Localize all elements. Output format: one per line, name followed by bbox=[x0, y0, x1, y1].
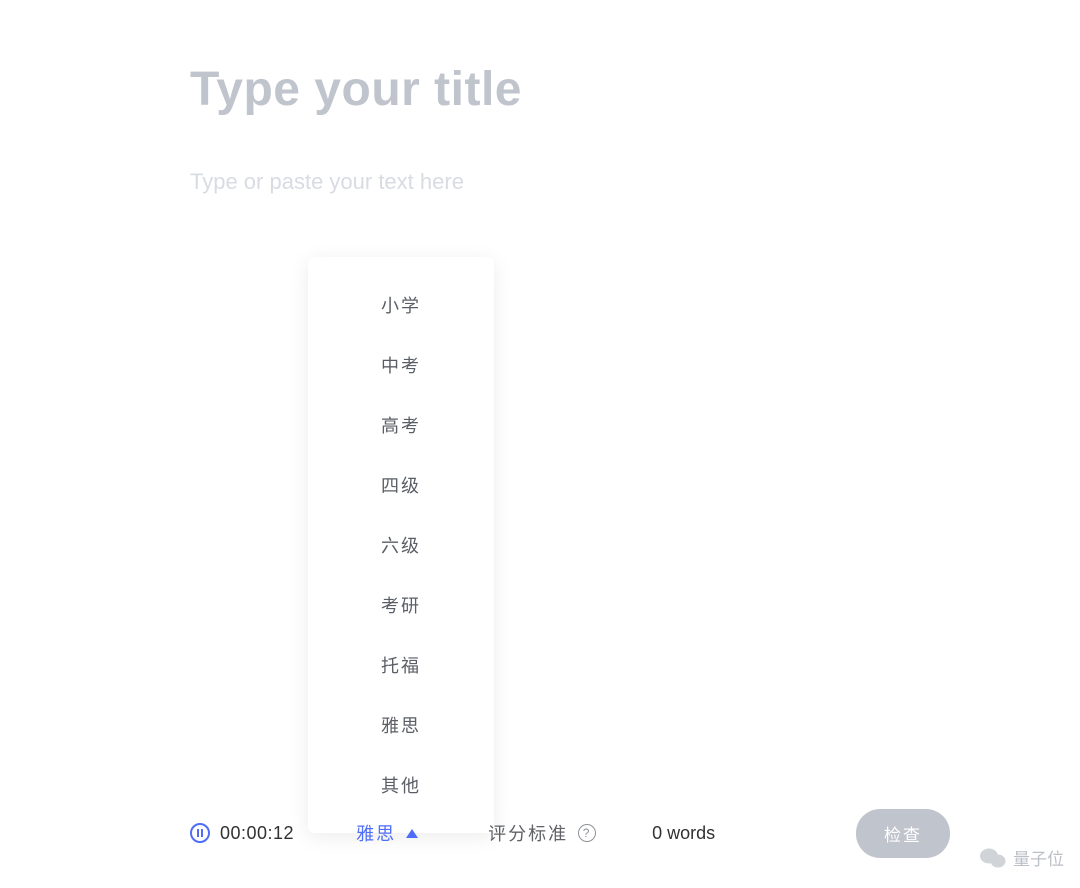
triangle-up-icon bbox=[406, 829, 418, 838]
word-count: 0 words bbox=[652, 823, 715, 844]
dropdown-item-cet4[interactable]: 四级 bbox=[308, 455, 494, 515]
level-dropdown: 小学 中考 高考 四级 六级 考研 托福 雅思 其他 bbox=[308, 257, 494, 833]
help-icon: ? bbox=[578, 824, 596, 842]
editor-area bbox=[0, 0, 1080, 195]
criteria-label: 评分标准 bbox=[488, 820, 568, 846]
criteria-group[interactable]: 评分标准 ? bbox=[488, 820, 596, 846]
dropdown-item-kaoyan[interactable]: 考研 bbox=[308, 575, 494, 635]
dropdown-item-gaokao[interactable]: 高考 bbox=[308, 395, 494, 455]
watermark: 量子位 bbox=[979, 845, 1064, 870]
dropdown-item-cet6[interactable]: 六级 bbox=[308, 515, 494, 575]
wechat-icon bbox=[979, 847, 1007, 869]
pause-icon[interactable] bbox=[190, 823, 210, 843]
level-selector-label: 雅思 bbox=[356, 820, 396, 846]
dropdown-item-ielts[interactable]: 雅思 bbox=[308, 695, 494, 755]
check-button[interactable]: 检查 bbox=[856, 809, 950, 858]
title-input[interactable] bbox=[190, 62, 890, 117]
watermark-text: 量子位 bbox=[1013, 845, 1064, 870]
bottom-bar: 00:00:12 雅思 评分标准 ? 0 words 检查 bbox=[0, 808, 1080, 858]
dropdown-item-other[interactable]: 其他 bbox=[308, 755, 494, 815]
timer-group: 00:00:12 bbox=[190, 823, 294, 844]
dropdown-item-toefl[interactable]: 托福 bbox=[308, 635, 494, 695]
dropdown-item-zhongkao[interactable]: 中考 bbox=[308, 335, 494, 395]
body-input[interactable] bbox=[190, 169, 890, 195]
timer-text: 00:00:12 bbox=[220, 823, 294, 844]
level-selector[interactable]: 雅思 bbox=[356, 820, 418, 846]
dropdown-item-primary[interactable]: 小学 bbox=[308, 275, 494, 335]
